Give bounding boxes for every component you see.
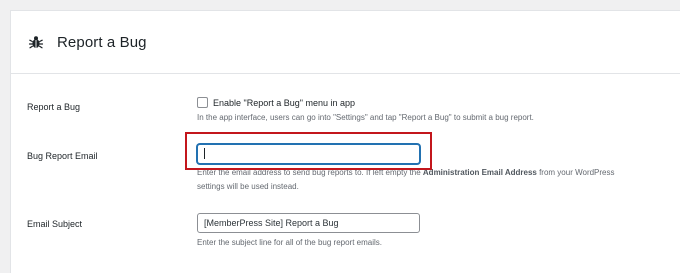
report-bug-label: Report a Bug — [27, 102, 81, 112]
enable-report-bug-option[interactable]: Enable "Report a Bug" menu in app — [197, 97, 534, 108]
bug-report-email-label: Bug Report Email — [27, 151, 98, 161]
email-desc-text-2: from your WordPress — [536, 168, 615, 177]
highlight-box — [185, 132, 432, 170]
email-desc-text-3: settings will be used instead. — [197, 182, 299, 191]
report-bug-field: Enable "Report a Bug" menu in app In the… — [197, 97, 534, 125]
bug-icon — [28, 34, 44, 50]
report-bug-description: In the app interface, users can go into … — [197, 113, 534, 122]
email-subject-description: Enter the subject line for all of the bu… — [197, 238, 382, 247]
email-subject-input[interactable] — [197, 213, 420, 233]
section-header: Report a Bug — [11, 11, 680, 74]
enable-report-bug-checkbox-label[interactable]: Enable "Report a Bug" menu in app — [213, 98, 355, 108]
email-subject-field: Enter the subject line for all of the bu… — [197, 213, 420, 250]
email-desc-bold: Administration Email Address — [422, 168, 537, 177]
enable-report-bug-checkbox[interactable] — [197, 97, 208, 108]
bug-report-email-description: Enter the email address to send bug repo… — [197, 166, 667, 194]
settings-panel: Report a Bug Report a Bug Enable "Report… — [10, 10, 680, 273]
email-subject-label: Email Subject — [27, 219, 83, 229]
section-title: Report a Bug — [57, 33, 147, 51]
